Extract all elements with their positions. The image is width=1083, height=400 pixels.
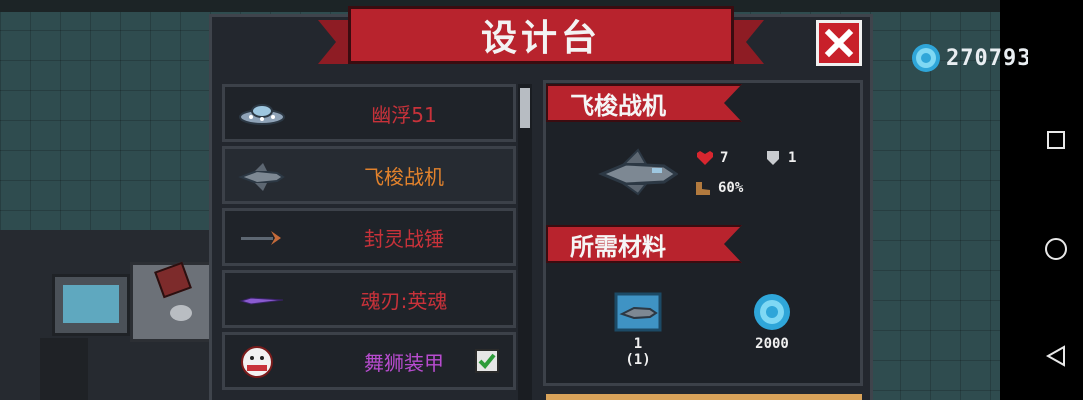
back-icon[interactable] bbox=[1044, 344, 1068, 368]
blade-icon bbox=[239, 297, 284, 305]
item-name-ribbon: 飞梭战机 bbox=[546, 84, 742, 122]
list-item-label: 封灵战锤 bbox=[364, 226, 444, 251]
ufo-icon bbox=[239, 104, 285, 125]
material-blueprint-owned: (1) bbox=[625, 352, 651, 368]
list-item-hammer[interactable]: 封灵战锤 bbox=[222, 208, 516, 266]
system-navigation-bar bbox=[1028, 0, 1083, 400]
materials-ribbon: 所需材料 bbox=[546, 225, 742, 263]
owned-checkbox bbox=[475, 349, 499, 373]
stat-hp-value: 7 bbox=[720, 150, 729, 166]
list-item-lion-armor[interactable]: 舞狮装甲 bbox=[222, 332, 516, 390]
close-icon bbox=[824, 28, 854, 58]
boot-icon bbox=[696, 182, 710, 195]
material-gems: 2000 bbox=[742, 292, 802, 352]
jet-icon bbox=[238, 163, 285, 191]
gem-icon bbox=[912, 44, 940, 72]
title-banner: 设计台 bbox=[318, 6, 764, 70]
close-button[interactable] bbox=[816, 20, 862, 66]
computer-base bbox=[40, 338, 88, 400]
material-blueprint: 1 (1) bbox=[608, 292, 668, 368]
banner-main: 设计台 bbox=[348, 6, 734, 64]
checkmark-icon bbox=[478, 353, 496, 369]
stat-hp: 7 bbox=[696, 150, 728, 166]
list-item-label: 幽浮51 bbox=[371, 102, 437, 127]
list-item-ufo51[interactable]: 幽浮51 bbox=[222, 84, 516, 142]
list-item-label: 飞梭战机 bbox=[364, 164, 444, 189]
stat-armor: 1 bbox=[764, 150, 796, 166]
material-gems-count: 2000 bbox=[755, 336, 789, 352]
list-item-jet[interactable]: 飞梭战机 bbox=[222, 146, 516, 204]
computer-monitor bbox=[52, 274, 130, 336]
tool-prop bbox=[170, 305, 192, 321]
stat-speed-value: 60% bbox=[718, 180, 744, 196]
gem-icon bbox=[754, 294, 790, 330]
craft-button[interactable] bbox=[546, 394, 862, 400]
page-title: 设计台 bbox=[480, 18, 601, 59]
home-icon[interactable] bbox=[1045, 238, 1067, 260]
hammer-icon bbox=[241, 231, 281, 245]
monitor-screen bbox=[63, 285, 119, 323]
stat-armor-value: 1 bbox=[788, 150, 797, 166]
list-item-blade[interactable]: 魂刃:英魂 bbox=[222, 270, 516, 328]
jet-preview-icon bbox=[598, 148, 678, 196]
heart-icon bbox=[697, 151, 713, 165]
stat-speed: 60% bbox=[694, 180, 743, 196]
list-scrollbar[interactable] bbox=[518, 84, 532, 400]
blueprint-list: 幽浮51 飞梭战机 封灵战锤 魂刃:英魂 舞狮装甲 bbox=[222, 84, 516, 400]
shield-icon bbox=[767, 151, 779, 165]
blueprint-icon bbox=[614, 292, 662, 332]
list-item-label: 魂刃:英魂 bbox=[360, 288, 448, 313]
scrollbar-thumb[interactable] bbox=[520, 88, 530, 128]
currency-value: 270793 bbox=[946, 45, 1032, 71]
lion-icon bbox=[241, 346, 273, 378]
material-blueprint-count: 1 bbox=[633, 336, 643, 352]
recent-apps-icon[interactable] bbox=[1047, 131, 1065, 149]
currency-display: 270793 bbox=[910, 42, 1031, 74]
